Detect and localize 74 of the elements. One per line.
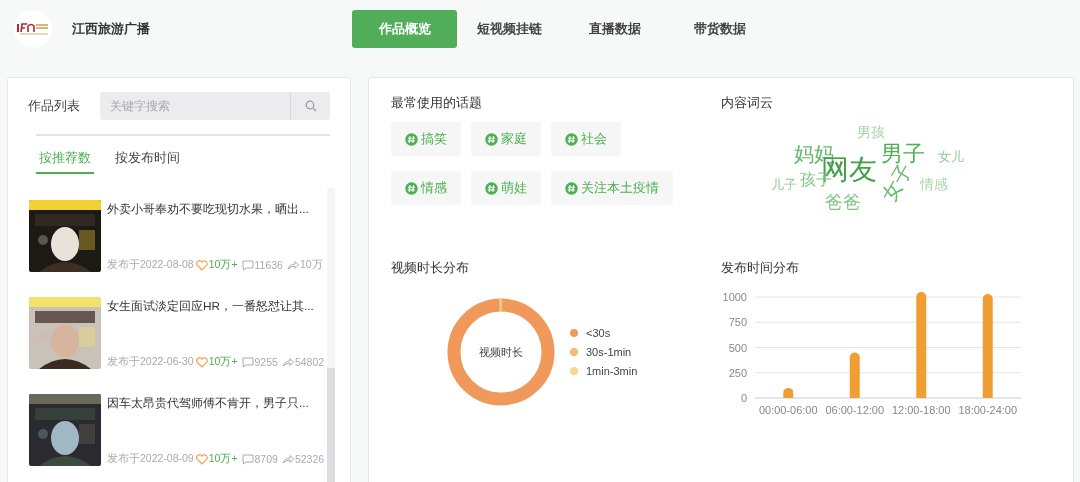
- video-title[interactable]: 外卖小哥奉劝不要吃现切水果，晒出...: [107, 202, 326, 218]
- hashtag-icon: [565, 132, 578, 146]
- video-title[interactable]: 女生面试淡定回应HR，一番怒怼让其...: [107, 299, 328, 315]
- like-count: 10万+: [208, 258, 238, 272]
- legend-label: 30s-1min: [586, 346, 632, 358]
- hashtag-icon: [405, 132, 418, 146]
- comment-icon: [241, 259, 254, 271]
- share-count: 52326: [294, 453, 325, 465]
- nav-tab[interactable]: 直播数据: [562, 10, 667, 48]
- axis-label: 0: [740, 392, 747, 404]
- section-title: 内容词云: [721, 95, 773, 112]
- sort-tab[interactable]: 按推荐数: [36, 148, 94, 174]
- cloud-word: 情感: [920, 177, 948, 191]
- publish-date: 发布于2022-08-09: [107, 452, 194, 466]
- like-count: 10万+: [208, 355, 238, 369]
- heart-icon: [195, 259, 208, 271]
- publish-date: 发布于2022-06-30: [107, 355, 194, 369]
- nav-tab[interactable]: 作品概览: [352, 10, 457, 48]
- donut-label: 视频时长: [479, 344, 523, 360]
- cloud-word: 男孩: [857, 125, 885, 139]
- hashtag-icon: [485, 132, 498, 146]
- comment-count: 8709: [254, 453, 278, 465]
- share-count: 10万: [299, 258, 323, 272]
- comment-icon: [241, 453, 254, 465]
- hashtag-icon: [485, 181, 498, 195]
- axis-label: 250: [728, 366, 747, 379]
- share-count: 54802: [294, 356, 325, 368]
- axis-label: 18:00-24:00: [958, 404, 1018, 416]
- axis-label: 06:00-12:00: [825, 404, 885, 416]
- search-button[interactable]: [290, 92, 330, 120]
- hashtag-icon: [565, 181, 578, 195]
- share-icon: [281, 454, 294, 464]
- topic-tag[interactable]: 搞笑: [391, 122, 461, 156]
- search-icon: [304, 100, 317, 112]
- topic-tag[interactable]: 家庭: [471, 122, 541, 156]
- legend-label: <30s: [586, 327, 611, 339]
- topic-tag[interactable]: 关注本土疫情: [551, 171, 673, 205]
- video-title[interactable]: 因车太昂贵代驾师傅不肯开，男子只...: [107, 396, 328, 412]
- topic-tag[interactable]: 情感: [391, 171, 461, 205]
- axis-label: 750: [728, 316, 747, 329]
- cloud-word: 爸爸: [825, 193, 861, 211]
- axis-label: 1000: [722, 291, 747, 304]
- like-count: 10万+: [208, 452, 238, 466]
- share-icon: [281, 357, 294, 367]
- share-icon: [286, 260, 299, 270]
- nav-tab[interactable]: 带货数据: [667, 10, 772, 48]
- account-name: 江西旅游广播: [72, 20, 150, 38]
- section-title: 最常使用的话题: [391, 95, 482, 112]
- axis-label: 00:00-06:00: [758, 404, 818, 416]
- heart-icon: [195, 453, 208, 465]
- comment-count: 9255: [254, 356, 278, 368]
- comment-count: 11636: [254, 259, 283, 271]
- publish-date: 发布于2022-08-08: [107, 258, 194, 272]
- bar: [783, 387, 794, 398]
- cloud-word: 女儿: [938, 149, 964, 163]
- axis-label: 500: [728, 341, 747, 354]
- bar: [849, 352, 860, 398]
- topic-tag[interactable]: 社会: [551, 122, 621, 156]
- sort-tab[interactable]: 按发布时间: [112, 148, 183, 174]
- topic-tag[interactable]: 萌娃: [471, 171, 541, 205]
- nav-tab[interactable]: 短视频挂链: [457, 10, 562, 48]
- hashtag-icon: [405, 181, 418, 195]
- cloud-word: 儿子: [771, 177, 797, 191]
- search-field[interactable]: 关键字搜索: [100, 92, 290, 120]
- cloud-word: 男子: [881, 143, 925, 165]
- section-title: 视频时长分布: [391, 260, 469, 277]
- section-title: 发布时间分布: [721, 260, 799, 277]
- legend-label: 1min-3min: [586, 365, 638, 377]
- panel-title: 作品列表: [28, 97, 80, 115]
- heart-icon: [195, 356, 208, 368]
- logo-icon: [14, 10, 52, 48]
- comment-icon: [241, 356, 254, 368]
- scrollbar[interactable]: [327, 188, 336, 482]
- axis-label: 12:00-18:00: [891, 404, 951, 416]
